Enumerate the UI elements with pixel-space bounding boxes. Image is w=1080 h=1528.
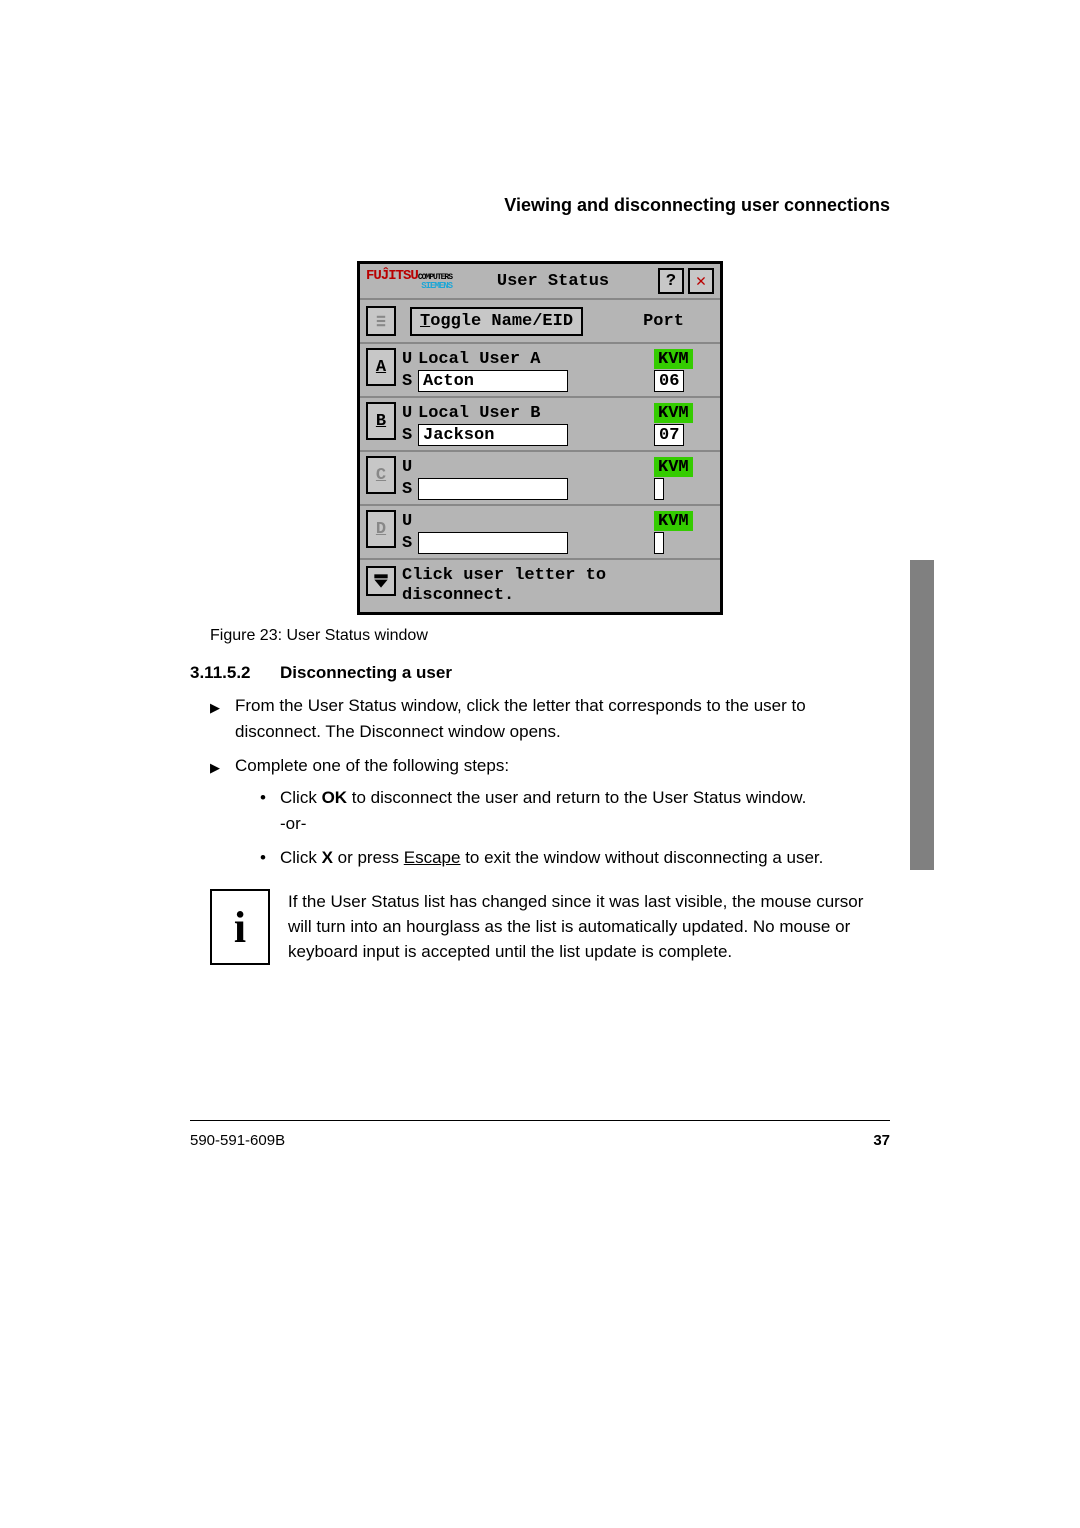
fujitsu-siemens-logo: FUĴITSUCOMPUTERS SIEMENS	[366, 272, 452, 290]
user-row-a: A ULocal User A SActon KVM 06	[360, 344, 720, 398]
footer-rule	[190, 1120, 890, 1121]
window-title: User Status	[497, 272, 609, 291]
toggle-name-eid-button[interactable]: Toggle Name/EID	[410, 307, 583, 336]
help-button[interactable]: ?	[658, 268, 684, 294]
hint-bar: Click user letter todisconnect.	[360, 560, 720, 612]
server-d-port	[654, 532, 664, 554]
sort-icon[interactable]	[366, 306, 396, 336]
step-1: From the User Status window, click the l…	[210, 693, 890, 745]
thumb-tab	[910, 560, 934, 870]
scroll-down-icon[interactable]	[366, 566, 396, 596]
server-b-port: 07	[654, 424, 684, 446]
note-text: If the User Status list has changed sinc…	[288, 889, 890, 965]
user-b-name: Local User B	[418, 404, 648, 423]
user-letter-a-button[interactable]: A	[366, 348, 396, 386]
info-icon: i	[210, 889, 270, 965]
user-a-name: Local User A	[418, 350, 648, 369]
server-b-name: Jackson	[418, 424, 568, 446]
section-header: Viewing and disconnecting user connectio…	[190, 195, 890, 216]
step-2a: Click OK to disconnect the user and retu…	[260, 785, 890, 837]
user-letter-b-button[interactable]: B	[366, 402, 396, 440]
user-letter-c-button: C	[366, 456, 396, 494]
step-2b: Click X or press Escape to exit the wind…	[260, 845, 890, 871]
user-row-c: C U S KVM	[360, 452, 720, 506]
user-c-port: KVM	[654, 457, 693, 477]
user-status-window: FUĴITSUCOMPUTERS SIEMENS User Status ? ✕…	[357, 261, 723, 615]
figure-caption: Figure 23: User Status window	[210, 627, 890, 645]
port-header: Port	[613, 312, 714, 331]
server-a-name: Acton	[418, 370, 568, 392]
user-b-port: KVM	[654, 403, 693, 423]
user-a-port: KVM	[654, 349, 693, 369]
close-button[interactable]: ✕	[688, 268, 714, 294]
user-row-b: B ULocal User B SJackson KVM 07	[360, 398, 720, 452]
doc-id: 590-591-609B	[190, 1132, 285, 1149]
step-2: Complete one of the following steps: Cli…	[210, 753, 890, 871]
server-a-port: 06	[654, 370, 684, 392]
user-letter-d-button: D	[366, 510, 396, 548]
page-number: 37	[873, 1132, 890, 1149]
user-d-port: KVM	[654, 511, 693, 531]
server-d-name	[418, 532, 568, 554]
server-c-port	[654, 478, 664, 500]
subheading: 3.11.5.2Disconnecting a user	[190, 663, 890, 683]
server-c-name	[418, 478, 568, 500]
user-row-d: D U S KVM	[360, 506, 720, 560]
